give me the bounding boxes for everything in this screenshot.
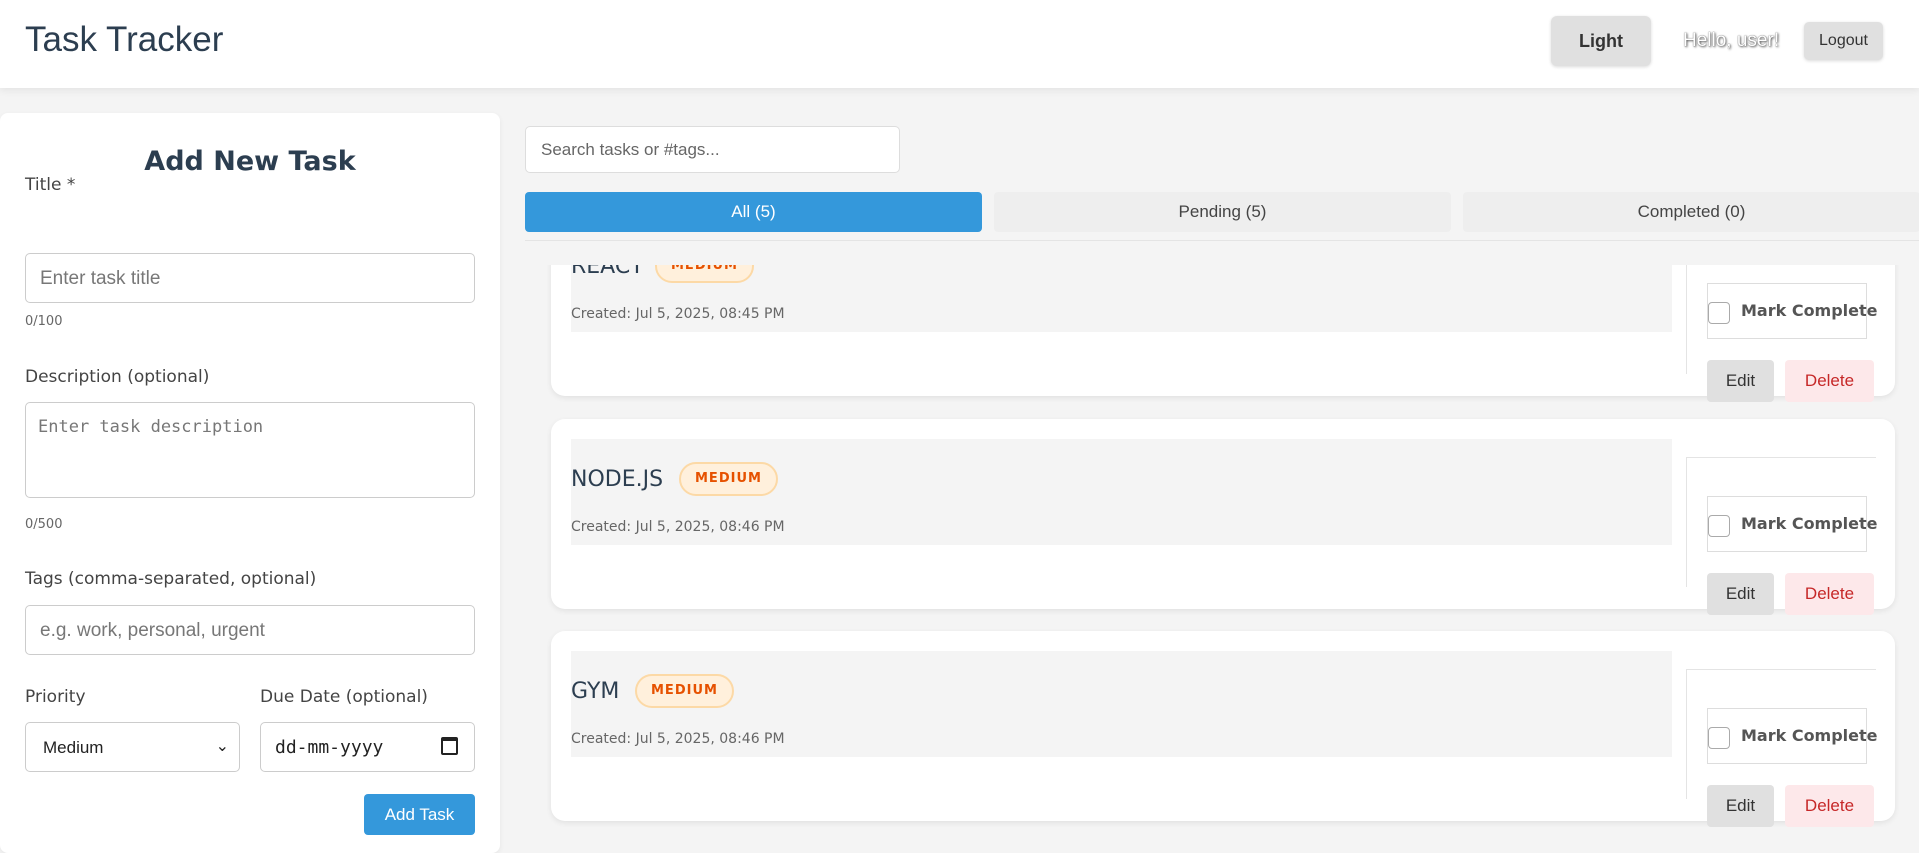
due-date-input[interactable]: dd-mm-yyyy [260, 722, 475, 772]
priority-badge: MEDIUM [655, 265, 754, 283]
tab-pending[interactable]: Pending (5) [994, 192, 1451, 232]
created-timestamp: Created: Jul 5, 2025, 08:45 PM [571, 306, 785, 322]
priority-select[interactable]: Medium ⌄ [25, 722, 240, 772]
tabs-divider [525, 240, 1919, 241]
title-count: 0/100 [25, 314, 63, 329]
delete-button[interactable]: Delete [1785, 573, 1874, 615]
edit-button[interactable]: Edit [1707, 360, 1774, 402]
tags-input[interactable]: e.g. work, personal, urgent [25, 605, 475, 655]
delete-button[interactable]: Delete [1785, 360, 1874, 402]
task-actions: Mark Complete Edit Delete [1686, 669, 1878, 827]
due-date-placeholder: dd-mm-yyyy [275, 737, 384, 758]
calendar-icon[interactable] [441, 737, 458, 755]
priority-badge: MEDIUM [635, 674, 734, 708]
mark-complete-toggle[interactable]: Mark Complete [1707, 708, 1878, 764]
logout-button[interactable]: Logout [1804, 22, 1883, 60]
task-info: REACT MEDIUM Created: Jul 5, 2025, 08:45… [571, 265, 1672, 332]
tab-all[interactable]: All (5) [525, 192, 982, 232]
app-title: Task Tracker [25, 20, 224, 59]
mark-complete-toggle[interactable]: Mark Complete [1707, 283, 1878, 339]
mark-complete-toggle[interactable]: Mark Complete [1707, 496, 1878, 552]
description-count: 0/500 [25, 517, 63, 532]
description-textarea[interactable]: Enter task description [25, 402, 475, 498]
priority-value: Medium [43, 738, 104, 757]
task-actions: Mark Complete Edit Delete [1686, 265, 1878, 402]
priority-badge: MEDIUM [679, 462, 778, 496]
task-list: REACT MEDIUM Created: Jul 5, 2025, 08:45… [525, 265, 1919, 835]
task-title: GYM [571, 679, 620, 704]
task-title: NODE.JS [571, 467, 664, 492]
task-info: NODE.JS MEDIUM Created: Jul 5, 2025, 08:… [571, 439, 1672, 545]
created-timestamp: Created: Jul 5, 2025, 08:46 PM [571, 731, 785, 747]
edit-button[interactable]: Edit [1707, 573, 1774, 615]
add-task-button[interactable]: Add Task [364, 794, 475, 835]
mark-complete-label: Mark Complete [1741, 301, 1878, 320]
priority-label: Priority [25, 687, 86, 707]
task-actions: Mark Complete Edit Delete [1686, 457, 1878, 615]
checkbox[interactable] [1708, 515, 1730, 537]
search-input[interactable]: Search tasks or #tags... [525, 126, 900, 173]
form-heading: Add New Task [144, 146, 356, 177]
due-date-label: Due Date (optional) [260, 687, 428, 707]
edit-button[interactable]: Edit [1707, 785, 1774, 827]
title-input[interactable]: Enter task title [25, 253, 475, 303]
greeting: Hello, user! [1683, 30, 1780, 51]
theme-toggle-button[interactable]: Light [1551, 16, 1651, 66]
tab-completed[interactable]: Completed (0) [1463, 192, 1919, 232]
add-task-panel: Add New Task Title * Enter task title 0/… [0, 113, 500, 853]
created-timestamp: Created: Jul 5, 2025, 08:46 PM [571, 519, 785, 535]
task-info: GYM MEDIUM Created: Jul 5, 2025, 08:46 P… [571, 651, 1672, 757]
checkbox[interactable] [1708, 727, 1730, 749]
checkbox[interactable] [1708, 302, 1730, 324]
app-header: Task Tracker Light Hello, user! Logout [0, 0, 1919, 88]
task-card: NODE.JS MEDIUM Created: Jul 5, 2025, 08:… [551, 419, 1895, 615]
task-title: REACT [571, 265, 644, 279]
description-label: Description (optional) [25, 367, 210, 387]
task-card: REACT MEDIUM Created: Jul 5, 2025, 08:45… [551, 265, 1895, 402]
chevron-down-icon: ⌄ [215, 738, 229, 755]
task-card: GYM MEDIUM Created: Jul 5, 2025, 08:46 P… [551, 631, 1895, 827]
delete-button[interactable]: Delete [1785, 785, 1874, 827]
mark-complete-label: Mark Complete [1741, 514, 1878, 533]
title-label: Title * [25, 175, 76, 195]
tags-label: Tags (comma-separated, optional) [25, 569, 317, 589]
mark-complete-label: Mark Complete [1741, 726, 1878, 745]
